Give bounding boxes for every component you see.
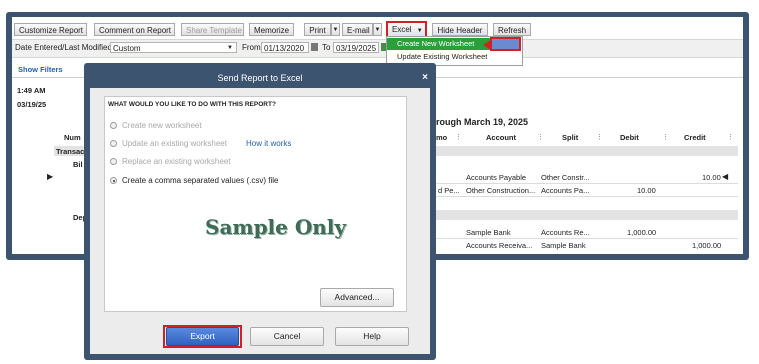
option-replace-existing-worksheet: Replace an existing worksheet: [122, 157, 231, 166]
report-time: 1:49 AM: [17, 86, 46, 95]
column-header-split: Split: [562, 133, 579, 142]
column-separator: ⋮: [455, 134, 462, 141]
column-separator: ⋮: [727, 134, 734, 141]
radio-create-csv[interactable]: [110, 177, 117, 184]
sample-only-watermark: Sample Only: [205, 215, 347, 239]
share-template-button[interactable]: Share Template: [181, 23, 244, 36]
dates-select[interactable]: Custom ▼: [110, 42, 237, 53]
dates-select-value: Custom: [113, 44, 141, 53]
print-button[interactable]: Print: [304, 23, 331, 36]
radio-update-existing-worksheet[interactable]: [110, 140, 117, 147]
question-heading: WHAT WOULD YOU LIKE TO DO WITH THIS REPO…: [108, 101, 276, 108]
report-date: 03/19/25: [17, 100, 47, 109]
print-dropdown-arrow[interactable]: ▼: [331, 23, 340, 36]
dialog-title: Send Report to Excel: [217, 73, 303, 83]
row-marker-icon: ◀: [722, 172, 729, 181]
excel-dropdown-arrow: ▼: [416, 28, 423, 34]
hide-header-button[interactable]: Hide Header: [432, 23, 488, 36]
refresh-button[interactable]: Refresh: [493, 23, 531, 36]
row-divider: [436, 196, 738, 197]
row-split: Sample Bank: [541, 241, 586, 250]
radio-create-new-worksheet[interactable]: [110, 122, 117, 129]
close-icon[interactable]: ×: [419, 71, 431, 85]
menu-item-create-new-worksheet[interactable]: Create New Worksheet: [387, 38, 490, 50]
option-create-new-worksheet: Create new worksheet: [122, 121, 202, 130]
section-transaction: Transac: [56, 147, 85, 156]
row-type-bill: Bil: [73, 160, 83, 169]
option-create-csv: Create a comma separated values (.csv) f…: [122, 176, 279, 185]
email-button[interactable]: E-mail: [342, 23, 373, 36]
column-header-account: Account: [486, 133, 516, 142]
excel-button-label: Excel: [392, 25, 412, 34]
column-separator: ⋮: [662, 134, 669, 141]
row-pointer-icon: ▶: [47, 172, 54, 181]
option-update-existing-worksheet: Update an existing worksheet: [122, 139, 227, 148]
to-date-input[interactable]: 03/19/2025: [333, 42, 379, 53]
column-separator: ⋮: [596, 134, 603, 141]
row-debit: 10.00: [637, 186, 656, 195]
column-header-debit: Debit: [620, 133, 639, 142]
calendar-icon[interactable]: [311, 43, 318, 51]
section-band: [436, 210, 738, 220]
how-it-works-link[interactable]: How it works: [246, 139, 291, 148]
menu-item-update-existing-worksheet[interactable]: Update Existing Worksheet: [387, 51, 520, 63]
email-dropdown-arrow[interactable]: ▼: [373, 23, 382, 36]
report-subtitle: rough March 19, 2025: [436, 117, 529, 127]
cancel-button[interactable]: Cancel: [250, 327, 324, 346]
dates-label: Date Entered/Last Modified: [15, 43, 112, 52]
row-account: Other Construction...: [466, 186, 536, 195]
chevron-down-icon: ▼: [227, 45, 233, 51]
memorize-button[interactable]: Memorize: [249, 23, 294, 36]
row-split: Other Constr...: [541, 173, 590, 182]
show-filters-link[interactable]: Show Filters: [18, 65, 63, 74]
row-split: Accounts Pa...: [541, 186, 590, 195]
help-button[interactable]: Help: [335, 327, 409, 346]
customize-report-button[interactable]: Customize Report: [14, 23, 87, 36]
from-date-input[interactable]: 01/13/2020: [261, 42, 309, 53]
row-account: Accounts Receiva...: [466, 241, 533, 250]
radio-replace-existing-worksheet[interactable]: [110, 158, 117, 165]
column-header-credit: Credit: [684, 133, 706, 142]
row-debit: 1,000.00: [627, 228, 657, 237]
row-divider: [436, 183, 738, 184]
column-header-num: Num: [64, 133, 81, 142]
arrow-left-icon: [483, 40, 491, 50]
row-memo: d Pe...: [438, 186, 460, 195]
row-credit: 1,000.00: [692, 241, 722, 250]
column-separator: ⋮: [537, 134, 544, 141]
advanced-button[interactable]: Advanced...: [320, 288, 394, 307]
row-divider: [436, 238, 738, 239]
row-split: Accounts Re...: [541, 228, 590, 237]
from-label: From: [242, 43, 261, 52]
arrow-highlight-icon: [490, 37, 521, 51]
comment-on-report-button[interactable]: Comment on Report: [94, 23, 175, 36]
row-account: Accounts Payable: [466, 173, 527, 182]
export-button[interactable]: Export: [166, 327, 239, 346]
row-account: Sample Bank: [466, 228, 511, 237]
section-band: [436, 146, 738, 156]
row-credit: 10.00: [702, 173, 721, 182]
column-header-memo: mo: [436, 133, 448, 142]
to-label: To: [322, 43, 331, 52]
